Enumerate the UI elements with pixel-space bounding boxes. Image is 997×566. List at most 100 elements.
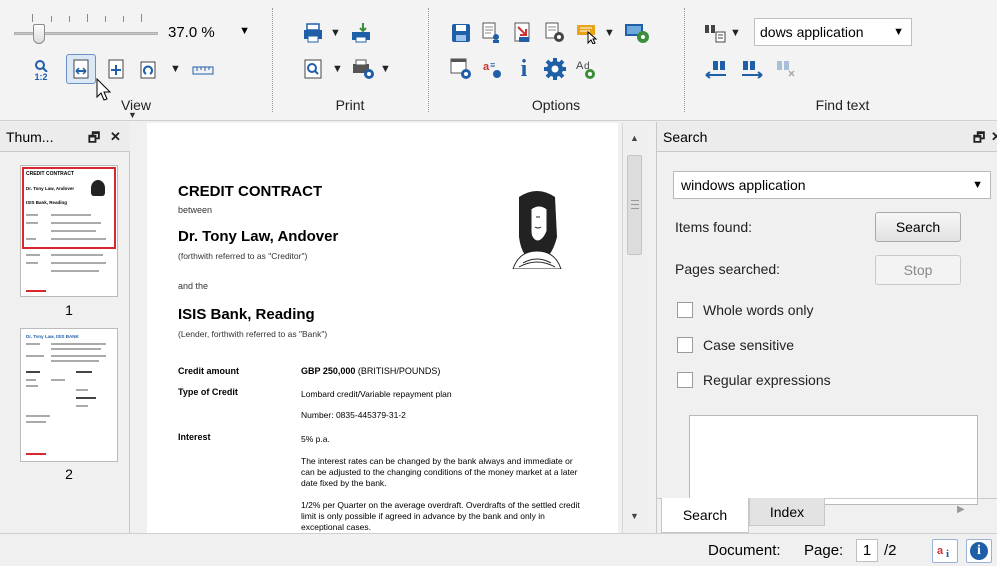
doc-row-label: Type of Credit — [178, 387, 238, 397]
document-properties-button[interactable] — [478, 20, 504, 46]
items-found-label: Items found: — [675, 219, 753, 235]
fit-page-icon — [108, 59, 124, 79]
language-status-button[interactable]: ai — [932, 539, 958, 563]
document-scrollbar[interactable]: ▲ ▼ — [622, 123, 646, 533]
search-button[interactable]: Search — [875, 212, 961, 242]
portrait-illustration — [512, 191, 562, 269]
doc-and-the: and the — [178, 281, 209, 291]
settings-button[interactable] — [542, 56, 568, 82]
document-settings-button[interactable] — [542, 20, 568, 46]
close-icon[interactable]: ✕ — [991, 129, 997, 145]
export-settings-button[interactable] — [622, 20, 652, 46]
doc-row-value: 5% p.a. — [301, 434, 330, 444]
svg-text:A: A — [576, 60, 584, 72]
search-query-combo[interactable]: windows application ▼ — [673, 171, 991, 199]
info-status-button[interactable]: i — [966, 539, 992, 563]
doc-paragraph: 1/2% per Quarter on the average overdraf… — [301, 500, 580, 532]
window-gear-icon — [450, 58, 471, 79]
search-results-list[interactable] — [689, 415, 978, 505]
magnifier-icon — [35, 60, 48, 72]
language-button[interactable]: a ≡ — [480, 56, 506, 82]
actual-size-button[interactable]: 1:2 — [30, 58, 52, 84]
doc-party2: ISIS Bank, Reading — [178, 306, 315, 323]
doc-title: CREDIT CONTRACT — [178, 183, 323, 200]
find-options-button[interactable] — [702, 20, 728, 46]
rotate-icon — [140, 61, 156, 79]
binoculars-previous-icon — [705, 61, 726, 79]
scroll-down-arrow[interactable]: ▼ — [630, 511, 639, 521]
scrollbar-thumb[interactable] — [627, 155, 642, 255]
float-panel-icon[interactable]: 🗗 — [973, 129, 985, 151]
thumbnail-bank-text: ISIS Bank, Reading — [26, 200, 68, 205]
zoom-slider-thumb[interactable] — [33, 24, 46, 44]
find-previous-button[interactable] — [702, 56, 732, 82]
print-group: ▼ ▼ ▼ Print — [276, 0, 424, 121]
thumbnail-page-2[interactable]: Dr. Tony Law, ISIS BANK — [20, 328, 118, 462]
divider — [272, 8, 273, 112]
rotate-page-button[interactable] — [136, 56, 160, 82]
clear-find-button[interactable] — [770, 56, 800, 82]
tab-search[interactable]: Search — [661, 498, 749, 533]
zoom-slider[interactable] — [14, 14, 158, 44]
status-bar: Document: Page: 1 /2 ai i — [0, 533, 997, 566]
chevron-down-icon[interactable]: ▼ — [332, 63, 343, 75]
status-page-label: Page: — [804, 542, 844, 559]
chevron-down-icon: ▼ — [972, 179, 983, 191]
zoom-ratio-label: 1:2 — [34, 72, 48, 82]
thumbnail-title-text: CREDIT CONTRACT — [26, 171, 75, 177]
regex-checkbox[interactable] — [677, 372, 693, 388]
chevron-down-icon[interactable]: ▼ — [604, 27, 615, 39]
doc-paragraph: The interest rates can be changed by the… — [301, 456, 578, 488]
find-text-value: dows application — [760, 24, 864, 40]
close-icon[interactable]: ✕ — [110, 129, 121, 145]
divider — [428, 8, 429, 112]
binoculars-next-icon — [742, 61, 763, 79]
chevron-down-icon[interactable]: ▼ — [380, 63, 391, 75]
font-settings-button[interactable]: Ad — [574, 56, 600, 82]
page-settings-button[interactable] — [448, 56, 474, 82]
find-group-title: Find text — [815, 97, 870, 113]
case-sensitive-checkbox[interactable] — [677, 337, 693, 353]
print-export-icon — [352, 23, 370, 43]
float-panel-icon[interactable]: 🗗 — [88, 129, 100, 151]
doc-party1: Dr. Tony Law, Andover — [178, 228, 339, 245]
save-button[interactable] — [448, 20, 474, 46]
stop-button[interactable]: Stop — [875, 255, 961, 285]
thumbnails-header: Thum... 🗗 ✕ — [0, 122, 130, 152]
whole-words-label: Whole words only — [703, 302, 814, 318]
info-icon: i — [520, 55, 528, 82]
print-preview-button[interactable] — [300, 56, 326, 82]
document-page[interactable]: CREDIT CONTRACT between Dr. Tony Law, An… — [147, 123, 618, 533]
select-cursor-icon — [577, 25, 598, 44]
find-next-button[interactable] — [736, 56, 766, 82]
search-panel-header: Search 🗗 ✕ — [657, 122, 997, 152]
info-icon: i — [970, 542, 988, 560]
current-page-input[interactable]: 1 — [856, 539, 878, 562]
print-button[interactable] — [300, 20, 326, 46]
thumbnail-viewport-frame — [22, 167, 116, 249]
thumbnail-page-number: 2 — [65, 466, 73, 482]
thumbnail-page-1[interactable]: CREDIT CONTRACT Dr. Tony Law, Andover IS… — [20, 165, 118, 297]
tab-scroll-right-icon[interactable]: ▶ — [957, 504, 965, 515]
binoculars-clear-icon — [777, 61, 795, 77]
tab-index[interactable]: Index — [749, 498, 825, 526]
view-group: 37.0 % ▼ 1:2 ▼ View ▼ — [0, 0, 272, 121]
whole-words-checkbox[interactable] — [677, 302, 693, 318]
print-to-file-button[interactable] — [348, 20, 374, 46]
fit-width-button[interactable] — [66, 54, 96, 84]
open-document-button[interactable] — [510, 20, 536, 46]
find-text-combo[interactable]: dows application ▼ — [754, 18, 912, 46]
select-text-button[interactable] — [574, 20, 600, 46]
scroll-up-arrow[interactable]: ▲ — [630, 133, 639, 143]
chevron-down-icon[interactable]: ▼ — [170, 63, 181, 75]
info-button[interactable]: i — [512, 56, 536, 82]
chevron-down-icon[interactable]: ▼ — [330, 27, 341, 39]
chevron-down-icon[interactable]: ▼ — [730, 27, 741, 39]
ruler-button[interactable] — [190, 58, 216, 80]
svg-text:≡: ≡ — [490, 60, 495, 70]
print-settings-button[interactable] — [350, 56, 376, 82]
zoom-slider-ticks — [32, 14, 146, 22]
print-group-title: Print — [335, 97, 365, 113]
zoom-combo[interactable]: 37.0 % ▼ — [164, 20, 262, 44]
status-document-label: Document: — [708, 542, 781, 559]
